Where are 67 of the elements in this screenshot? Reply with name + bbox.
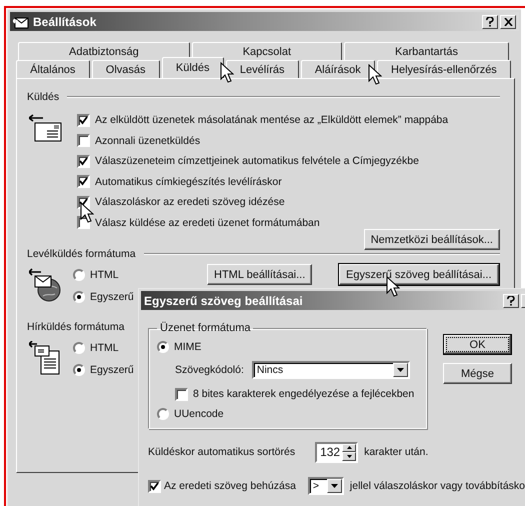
radio-button[interactable] [73, 290, 85, 302]
checkbox-label: 8 bites karakterek engedélyezése a fejlécekben [193, 388, 414, 400]
checkbox-label: Automatikus címkiegészítés levélíráskor [95, 176, 282, 188]
radio-button[interactable] [73, 268, 85, 280]
radio-button[interactable] [73, 342, 85, 354]
checkbox[interactable] [77, 175, 90, 188]
tab[interactable]: Általános [16, 60, 90, 78]
send-mail-icon [29, 114, 63, 144]
tab[interactable]: Kapcsolat [192, 42, 342, 60]
checkbox-label: Válaszüzeneteim címzettjeinek automatikus felvétele a Címjegyzékbe [95, 155, 419, 168]
window-title: Beállítások [33, 14, 96, 28]
line-wrap-label: Küldéskor automatikus sortörés [148, 446, 296, 458]
radio-button[interactable] [73, 364, 85, 376]
dialog-title: Egyszerű szöveg beállításai [144, 294, 303, 308]
help-icon [507, 296, 515, 306]
radio-label: MIME [174, 340, 202, 352]
checkbox[interactable] [77, 154, 90, 168]
indent-suffix: jellel válaszoláskor vagy továbbításko [350, 480, 525, 492]
close-icon [504, 18, 512, 26]
checkbox-label: Azonnali üzenetküldés [95, 134, 200, 147]
tab[interactable]: Karbantartás [344, 42, 510, 60]
close-button[interactable] [500, 14, 516, 28]
encoder-dropdown[interactable]: Nincs [252, 361, 410, 379]
line-wrap-suffix: karakter után. [364, 446, 428, 458]
ok-button[interactable]: OK [443, 334, 512, 355]
radio-label: UUencode [174, 408, 224, 420]
checkbox-label: Az elküldött üzenetek másolatának mentése az „Elküldött elemek” mappába [95, 114, 448, 126]
plain-text-settings-button[interactable]: Egyszerű szöveg beállításai... [339, 264, 499, 285]
checkbox[interactable] [175, 388, 188, 400]
tab[interactable]: Olvasás [92, 60, 160, 78]
section-title: Hírküldés formátuma [27, 321, 124, 333]
encoder-label: Szövegkódoló: [175, 364, 244, 376]
checkbox[interactable] [148, 480, 161, 492]
checkbox[interactable] [77, 134, 90, 148]
tab[interactable]: Aláírások [300, 60, 375, 78]
section-title: Küldés [27, 91, 60, 103]
up-arrow-icon [346, 446, 352, 450]
envelope-icon [13, 14, 29, 28]
checkbox-label: Válaszoláskor az eredeti szöveg idézése [95, 196, 285, 208]
section-title: Levélküldés formátuma [27, 248, 136, 260]
checkbox-label: Válasz küldése az eredeti üzenet formátumában [95, 216, 320, 229]
mouse-pointer-icon [80, 202, 94, 223]
radio-label: HTML [90, 268, 119, 280]
help-button[interactable] [503, 294, 519, 308]
help-button[interactable] [482, 14, 498, 28]
radio-label: Egyszerű [90, 290, 134, 302]
radio-button[interactable] [157, 408, 169, 420]
tab[interactable]: Helyesírás-ellenőrzés [376, 60, 511, 78]
checkbox[interactable] [77, 114, 90, 127]
radio-label: HTML [90, 342, 119, 354]
help-icon [486, 16, 494, 26]
html-settings-button[interactable]: HTML beállításai... [207, 264, 312, 285]
globe-mail-icon [29, 268, 63, 302]
tab[interactable]: Adatbiztonság [18, 42, 190, 60]
checkbox-label: Az eredeti szöveg behúzása [164, 480, 296, 492]
tab[interactable]: Küldés [162, 57, 224, 78]
dropdown-arrow-icon [396, 368, 404, 372]
dropdown-arrow-icon [330, 484, 338, 488]
international-settings-button[interactable]: Nemzetközi beállítások... [364, 229, 500, 250]
indent-char-dropdown[interactable]: > [308, 477, 344, 495]
radio-label: Egyszerű [90, 364, 134, 376]
group-title: Üzenet formátuma [159, 322, 252, 334]
radio-button[interactable] [157, 340, 169, 352]
down-arrow-icon [346, 454, 352, 458]
tab[interactable]: Levélírás [226, 60, 299, 78]
line-length-spinner[interactable]: 132 [315, 442, 358, 462]
cancel-button[interactable]: Mégse [443, 363, 512, 384]
